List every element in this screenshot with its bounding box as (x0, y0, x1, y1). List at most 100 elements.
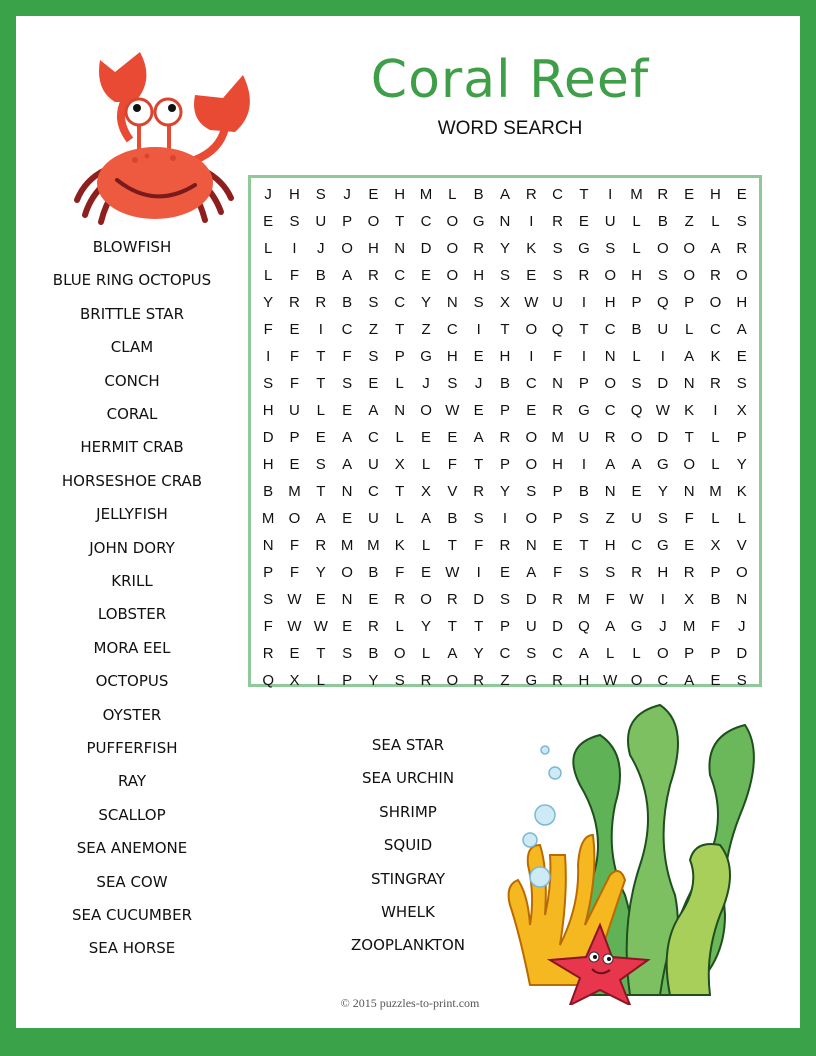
grid-cell[interactable]: B (571, 478, 597, 505)
grid-cell[interactable]: X (702, 532, 728, 559)
grid-cell[interactable]: M (702, 478, 728, 505)
grid-cell[interactable]: Y (466, 640, 492, 667)
grid-cell[interactable]: T (387, 478, 413, 505)
grid-cell[interactable]: Y (413, 613, 439, 640)
grid-cell[interactable]: B (360, 559, 386, 586)
grid-cell[interactable]: S (623, 370, 649, 397)
grid-cell[interactable]: G (623, 613, 649, 640)
grid-cell[interactable]: S (650, 505, 676, 532)
grid-cell[interactable]: S (466, 505, 492, 532)
grid-cell[interactable]: E (413, 262, 439, 289)
grid-cell[interactable]: E (676, 532, 702, 559)
grid-cell[interactable]: H (597, 532, 623, 559)
grid-cell[interactable]: H (702, 181, 728, 208)
grid-cell[interactable]: O (623, 424, 649, 451)
grid-cell[interactable]: U (544, 289, 570, 316)
grid-cell[interactable]: C (544, 640, 570, 667)
grid-cell[interactable]: H (571, 667, 597, 694)
grid-cell[interactable]: T (387, 316, 413, 343)
grid-cell[interactable]: R (676, 559, 702, 586)
grid-cell[interactable]: P (729, 424, 755, 451)
grid-cell[interactable]: I (492, 505, 518, 532)
grid-cell[interactable]: E (334, 397, 360, 424)
grid-cell[interactable]: O (702, 289, 728, 316)
grid-cell[interactable]: G (571, 235, 597, 262)
grid-cell[interactable]: V (439, 478, 465, 505)
grid-cell[interactable]: W (518, 289, 544, 316)
grid-cell[interactable]: S (281, 208, 307, 235)
grid-cell[interactable]: E (360, 181, 386, 208)
grid-cell[interactable]: B (255, 478, 281, 505)
grid-cell[interactable]: O (439, 667, 465, 694)
grid-cell[interactable]: E (334, 505, 360, 532)
grid-cell[interactable]: W (439, 559, 465, 586)
grid-cell[interactable]: F (702, 613, 728, 640)
grid-cell[interactable]: J (255, 181, 281, 208)
grid-cell[interactable]: S (729, 208, 755, 235)
grid-cell[interactable]: Z (597, 505, 623, 532)
grid-cell[interactable]: E (623, 478, 649, 505)
grid-cell[interactable]: S (308, 451, 334, 478)
grid-cell[interactable]: U (360, 505, 386, 532)
grid-cell[interactable]: O (439, 208, 465, 235)
grid-cell[interactable]: R (650, 181, 676, 208)
grid-cell[interactable]: L (702, 505, 728, 532)
grid-cell[interactable]: Y (413, 289, 439, 316)
grid-cell[interactable]: W (623, 586, 649, 613)
grid-cell[interactable]: Z (676, 208, 702, 235)
grid-cell[interactable]: M (571, 586, 597, 613)
grid-cell[interactable]: T (571, 532, 597, 559)
grid-cell[interactable]: L (623, 235, 649, 262)
grid-cell[interactable]: A (334, 451, 360, 478)
grid-cell[interactable]: S (466, 289, 492, 316)
grid-cell[interactable]: O (518, 451, 544, 478)
grid-cell[interactable]: J (413, 370, 439, 397)
grid-cell[interactable]: I (650, 586, 676, 613)
grid-cell[interactable]: S (544, 262, 570, 289)
grid-cell[interactable]: L (597, 640, 623, 667)
grid-cell[interactable]: L (623, 343, 649, 370)
grid-cell[interactable]: R (439, 586, 465, 613)
grid-cell[interactable]: R (492, 532, 518, 559)
grid-cell[interactable]: L (387, 505, 413, 532)
grid-cell[interactable]: O (518, 316, 544, 343)
grid-cell[interactable]: D (413, 235, 439, 262)
grid-cell[interactable]: C (387, 262, 413, 289)
grid-cell[interactable]: S (387, 667, 413, 694)
grid-cell[interactable]: U (650, 316, 676, 343)
grid-cell[interactable]: R (255, 640, 281, 667)
grid-cell[interactable]: O (676, 451, 702, 478)
grid-cell[interactable]: Q (623, 397, 649, 424)
grid-cell[interactable]: O (518, 424, 544, 451)
grid-cell[interactable]: J (466, 370, 492, 397)
grid-cell[interactable]: T (676, 424, 702, 451)
grid-cell[interactable]: A (492, 181, 518, 208)
grid-cell[interactable]: P (387, 343, 413, 370)
grid-cell[interactable]: F (281, 262, 307, 289)
grid-cell[interactable]: H (544, 451, 570, 478)
grid-cell[interactable]: E (281, 316, 307, 343)
grid-cell[interactable]: E (308, 424, 334, 451)
grid-cell[interactable]: S (360, 343, 386, 370)
grid-cell[interactable]: J (334, 181, 360, 208)
grid-cell[interactable]: U (518, 613, 544, 640)
grid-cell[interactable]: C (439, 316, 465, 343)
grid-cell[interactable]: E (518, 397, 544, 424)
grid-cell[interactable]: B (308, 262, 334, 289)
grid-cell[interactable]: C (702, 316, 728, 343)
grid-cell[interactable]: I (702, 397, 728, 424)
grid-cell[interactable]: M (334, 532, 360, 559)
grid-cell[interactable]: U (281, 397, 307, 424)
grid-cell[interactable]: I (571, 289, 597, 316)
grid-cell[interactable]: T (466, 451, 492, 478)
grid-cell[interactable]: C (492, 640, 518, 667)
grid-cell[interactable]: F (544, 559, 570, 586)
grid-cell[interactable]: D (466, 586, 492, 613)
grid-cell[interactable]: S (255, 370, 281, 397)
grid-cell[interactable]: A (439, 640, 465, 667)
grid-cell[interactable]: F (255, 316, 281, 343)
grid-cell[interactable]: F (281, 370, 307, 397)
grid-cell[interactable]: S (308, 181, 334, 208)
grid-cell[interactable]: N (597, 478, 623, 505)
grid-cell[interactable]: E (729, 343, 755, 370)
